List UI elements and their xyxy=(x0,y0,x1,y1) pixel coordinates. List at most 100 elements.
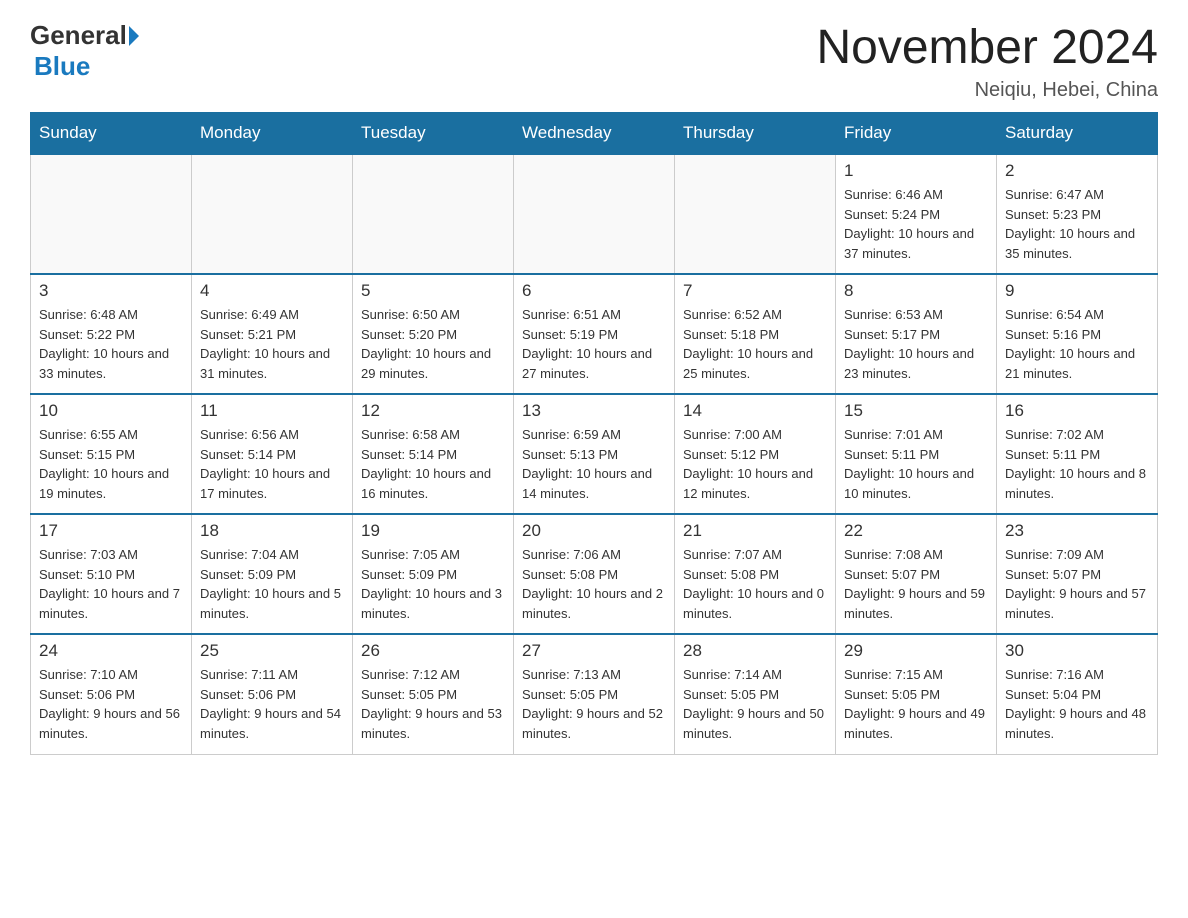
logo-text: General xyxy=(30,20,139,51)
day-number: 1 xyxy=(844,161,988,181)
calendar-day-cell: 10 Sunrise: 6:55 AMSunset: 5:15 PMDayligh… xyxy=(31,394,192,514)
calendar-day-cell: 3Sunrise: 6:48 AMSunset: 5:22 PMDaylight… xyxy=(31,274,192,394)
page-header: General Blue November 2024 Neiqiu, Hebei… xyxy=(30,20,1158,102)
day-number: 2 xyxy=(1005,161,1149,181)
calendar-day-cell: 16 Sunrise: 7:02 AMSunset: 5:11 PMDayligh… xyxy=(997,394,1158,514)
calendar-body: 1 Sunrise: 6:46 AMSunset: 5:24 PMDaylight… xyxy=(31,154,1158,754)
logo-arrow-icon xyxy=(129,26,139,46)
day-info: Sunrise: 7:04 AMSunset: 5:09 PMDaylight:… xyxy=(200,545,344,623)
calendar-day-cell: 5Sunrise: 6:50 AMSunset: 5:20 PMDaylight… xyxy=(353,274,514,394)
day-info: Sunrise: 7:08 AMSunset: 5:07 PMDaylight:… xyxy=(844,545,988,623)
day-of-week-header: Wednesday xyxy=(514,113,675,155)
logo-general-text: General xyxy=(30,20,127,51)
day-info: Sunrise: 6:46 AMSunset: 5:24 PMDaylight:… xyxy=(844,185,988,263)
day-info: Sunrise: 6:56 AMSunset: 5:14 PMDaylight:… xyxy=(200,425,344,503)
day-of-week-header: Saturday xyxy=(997,113,1158,155)
calendar-day-cell: 4 Sunrise: 6:49 AMSunset: 5:21 PMDaylight… xyxy=(192,274,353,394)
day-info: Sunrise: 7:00 AMSunset: 5:12 PMDaylight:… xyxy=(683,425,827,503)
logo-blue-text: Blue xyxy=(30,51,90,82)
day-number: 6 xyxy=(522,281,666,301)
calendar-day-cell: 27 Sunrise: 7:13 AMSunset: 5:05 PMDayligh… xyxy=(514,634,675,754)
day-info: Sunrise: 7:01 AMSunset: 5:11 PMDaylight:… xyxy=(844,425,988,503)
day-info: Sunrise: 6:59 AMSunset: 5:13 PMDaylight:… xyxy=(522,425,666,503)
day-number: 16 xyxy=(1005,401,1149,421)
calendar-day-cell: 15 Sunrise: 7:01 AMSunset: 5:11 PMDayligh… xyxy=(836,394,997,514)
calendar-day-cell: 25 Sunrise: 7:11 AMSunset: 5:06 PMDayligh… xyxy=(192,634,353,754)
day-info: Sunrise: 7:11 AMSunset: 5:06 PMDaylight:… xyxy=(200,665,344,743)
calendar-day-cell: 8Sunrise: 6:53 AMSunset: 5:17 PMDaylight… xyxy=(836,274,997,394)
calendar-day-cell xyxy=(31,154,192,274)
day-number: 12 xyxy=(361,401,505,421)
day-info: Sunrise: 6:48 AMSunset: 5:22 PMDaylight:… xyxy=(39,305,183,383)
calendar-table: SundayMondayTuesdayWednesdayThursdayFrid… xyxy=(30,112,1158,755)
calendar-day-cell: 24Sunrise: 7:10 AMSunset: 5:06 PMDayligh… xyxy=(31,634,192,754)
calendar-day-cell xyxy=(192,154,353,274)
calendar-day-cell xyxy=(514,154,675,274)
calendar-week-row: 17 Sunrise: 7:03 AMSunset: 5:10 PMDayligh… xyxy=(31,514,1158,634)
logo: General Blue xyxy=(30,20,139,82)
calendar-day-cell: 1 Sunrise: 6:46 AMSunset: 5:24 PMDaylight… xyxy=(836,154,997,274)
day-number: 7 xyxy=(683,281,827,301)
day-info: Sunrise: 7:09 AMSunset: 5:07 PMDaylight:… xyxy=(1005,545,1149,623)
day-of-week-header: Sunday xyxy=(31,113,192,155)
calendar-day-cell: 11Sunrise: 6:56 AMSunset: 5:14 PMDayligh… xyxy=(192,394,353,514)
day-info: Sunrise: 7:10 AMSunset: 5:06 PMDaylight:… xyxy=(39,665,183,743)
calendar-week-row: 1 Sunrise: 6:46 AMSunset: 5:24 PMDaylight… xyxy=(31,154,1158,274)
day-number: 4 xyxy=(200,281,344,301)
calendar-day-cell: 14 Sunrise: 7:00 AMSunset: 5:12 PMDayligh… xyxy=(675,394,836,514)
calendar-day-cell xyxy=(353,154,514,274)
day-info: Sunrise: 7:14 AMSunset: 5:05 PMDaylight:… xyxy=(683,665,827,743)
day-number: 10 xyxy=(39,401,183,421)
day-number: 26 xyxy=(361,641,505,661)
day-number: 30 xyxy=(1005,641,1149,661)
day-of-week-header: Friday xyxy=(836,113,997,155)
day-info: Sunrise: 7:03 AMSunset: 5:10 PMDaylight:… xyxy=(39,545,183,623)
calendar-day-cell: 26 Sunrise: 7:12 AMSunset: 5:05 PMDayligh… xyxy=(353,634,514,754)
day-number: 5 xyxy=(361,281,505,301)
day-number: 21 xyxy=(683,521,827,541)
days-of-week-row: SundayMondayTuesdayWednesdayThursdayFrid… xyxy=(31,113,1158,155)
calendar-day-cell: 29 Sunrise: 7:15 AMSunset: 5:05 PMDayligh… xyxy=(836,634,997,754)
day-info: Sunrise: 7:07 AMSunset: 5:08 PMDaylight:… xyxy=(683,545,827,623)
calendar-day-cell: 13 Sunrise: 6:59 AMSunset: 5:13 PMDayligh… xyxy=(514,394,675,514)
title-section: November 2024 Neiqiu, Hebei, China xyxy=(816,20,1158,102)
day-number: 15 xyxy=(844,401,988,421)
calendar-day-cell: 12Sunrise: 6:58 AMSunset: 5:14 PMDayligh… xyxy=(353,394,514,514)
day-info: Sunrise: 7:15 AMSunset: 5:05 PMDaylight:… xyxy=(844,665,988,743)
day-number: 17 xyxy=(39,521,183,541)
day-number: 25 xyxy=(200,641,344,661)
day-info: Sunrise: 6:51 AMSunset: 5:19 PMDaylight:… xyxy=(522,305,666,383)
day-info: Sunrise: 6:49 AMSunset: 5:21 PMDaylight:… xyxy=(200,305,344,383)
day-of-week-header: Monday xyxy=(192,113,353,155)
day-number: 14 xyxy=(683,401,827,421)
day-info: Sunrise: 7:12 AMSunset: 5:05 PMDaylight:… xyxy=(361,665,505,743)
day-number: 28 xyxy=(683,641,827,661)
calendar-day-cell: 18Sunrise: 7:04 AMSunset: 5:09 PMDayligh… xyxy=(192,514,353,634)
day-number: 23 xyxy=(1005,521,1149,541)
calendar-day-cell: 6 Sunrise: 6:51 AMSunset: 5:19 PMDaylight… xyxy=(514,274,675,394)
calendar-day-cell: 7Sunrise: 6:52 AMSunset: 5:18 PMDaylight… xyxy=(675,274,836,394)
calendar-day-cell: 2Sunrise: 6:47 AMSunset: 5:23 PMDaylight… xyxy=(997,154,1158,274)
day-info: Sunrise: 7:05 AMSunset: 5:09 PMDaylight:… xyxy=(361,545,505,623)
day-info: Sunrise: 6:55 AMSunset: 5:15 PMDaylight:… xyxy=(39,425,183,503)
calendar-day-cell: 9Sunrise: 6:54 AMSunset: 5:16 PMDaylight… xyxy=(997,274,1158,394)
calendar-week-row: 10 Sunrise: 6:55 AMSunset: 5:15 PMDayligh… xyxy=(31,394,1158,514)
calendar-day-cell: 20Sunrise: 7:06 AMSunset: 5:08 PMDayligh… xyxy=(514,514,675,634)
day-number: 9 xyxy=(1005,281,1149,301)
calendar-week-row: 24Sunrise: 7:10 AMSunset: 5:06 PMDayligh… xyxy=(31,634,1158,754)
calendar-header: SundayMondayTuesdayWednesdayThursdayFrid… xyxy=(31,113,1158,155)
day-number: 19 xyxy=(361,521,505,541)
calendar-title: November 2024 xyxy=(816,20,1158,75)
calendar-week-row: 3Sunrise: 6:48 AMSunset: 5:22 PMDaylight… xyxy=(31,274,1158,394)
day-number: 8 xyxy=(844,281,988,301)
day-number: 29 xyxy=(844,641,988,661)
day-number: 22 xyxy=(844,521,988,541)
day-number: 13 xyxy=(522,401,666,421)
day-info: Sunrise: 7:06 AMSunset: 5:08 PMDaylight:… xyxy=(522,545,666,623)
day-info: Sunrise: 7:13 AMSunset: 5:05 PMDaylight:… xyxy=(522,665,666,743)
day-number: 27 xyxy=(522,641,666,661)
calendar-day-cell: 22 Sunrise: 7:08 AMSunset: 5:07 PMDayligh… xyxy=(836,514,997,634)
day-info: Sunrise: 7:16 AMSunset: 5:04 PMDaylight:… xyxy=(1005,665,1149,743)
calendar-day-cell: 23 Sunrise: 7:09 AMSunset: 5:07 PMDayligh… xyxy=(997,514,1158,634)
day-info: Sunrise: 7:02 AMSunset: 5:11 PMDaylight:… xyxy=(1005,425,1149,503)
